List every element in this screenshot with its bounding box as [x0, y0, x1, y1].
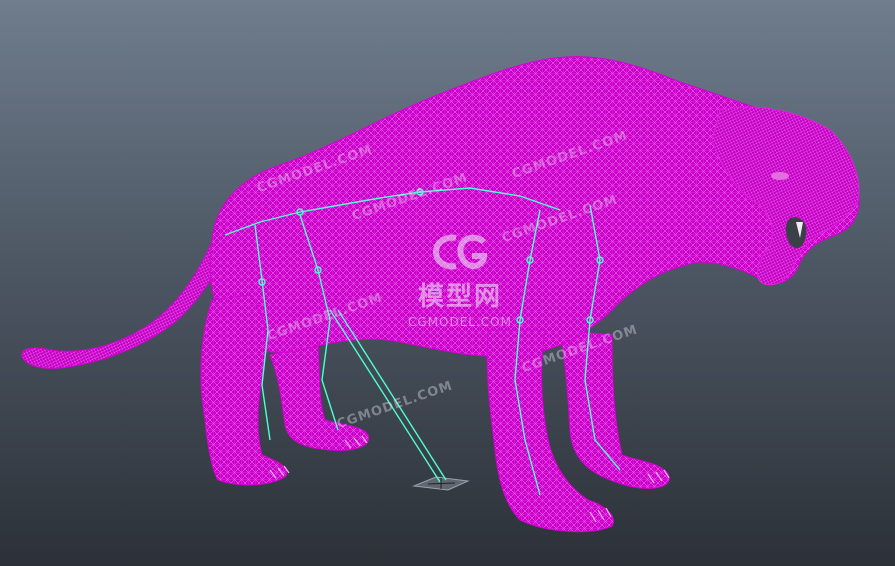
- ground-locator[interactable]: [412, 476, 470, 491]
- eye: [771, 172, 789, 180]
- watermark-center: 模型网 CGMODEL.COM: [390, 232, 530, 329]
- tail-mesh: [21, 241, 229, 369]
- watermark-en-text: CGMODEL.COM: [408, 315, 512, 329]
- 3d-viewport[interactable]: CGMODEL.COM CGMODEL.COM CGMODEL.COM CGMO…: [0, 0, 895, 566]
- watermark-cn-text: 模型网: [417, 282, 502, 312]
- cg-logo-icon: [432, 234, 488, 270]
- rear-leg-far: [269, 344, 370, 451]
